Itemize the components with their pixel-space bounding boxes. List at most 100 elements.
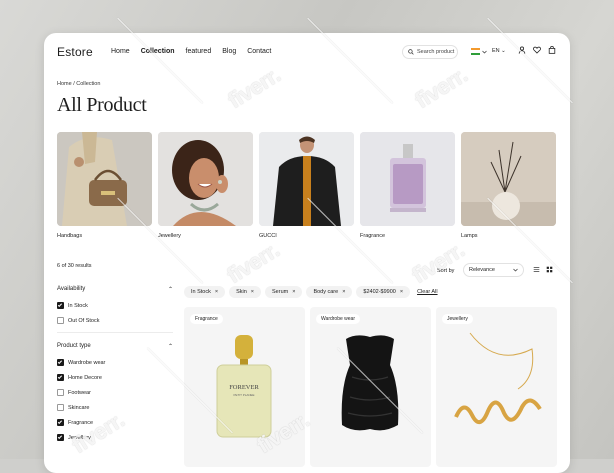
heart-icon[interactable] xyxy=(533,46,541,54)
checkbox[interactable] xyxy=(57,389,64,396)
filter-sidebar: Availability ⌃ In Stock Out Of Stock Pro… xyxy=(57,286,173,449)
product-grid: Fragrance FOREVER PETIT PLANEE Wardrobe … xyxy=(184,307,557,467)
category-jewellery[interactable]: Jewellery xyxy=(158,132,253,239)
filter-product-type-header[interactable]: Product type ⌃ xyxy=(57,343,173,350)
category-handbags[interactable]: Handbags xyxy=(57,132,152,239)
gucci-image xyxy=(259,132,354,226)
page-title: All Product xyxy=(57,94,147,116)
checkbox[interactable] xyxy=(57,404,64,411)
clear-all-link[interactable]: Clear All xyxy=(417,289,437,295)
divider xyxy=(57,332,173,333)
perfume-bottle-image: FOREVER PETIT PLANEE xyxy=(216,335,272,438)
filter-chip[interactable]: Serum × xyxy=(265,286,303,298)
lamps-image xyxy=(461,132,556,226)
list-view-icon[interactable] xyxy=(533,266,540,273)
checkbox-checked[interactable] xyxy=(57,434,64,441)
filter-chip[interactable]: Body care × xyxy=(306,286,353,298)
chip-label: $2402-$9900 xyxy=(363,289,396,295)
filter-chip[interactable]: $2402-$9900 × xyxy=(356,286,411,298)
category-lamps[interactable]: Lamps xyxy=(461,132,556,239)
category-fragrance[interactable]: Fragrance xyxy=(360,132,455,239)
india-flag-icon[interactable] xyxy=(471,48,480,55)
chip-label: In Stock xyxy=(191,289,211,295)
filter-option[interactable]: Out Of Stock xyxy=(57,317,173,324)
checkbox-checked[interactable] xyxy=(57,374,64,381)
category-row: Handbags Jewellery GUCCI Fragrance Lamps xyxy=(57,132,556,239)
nav-featured[interactable]: featured xyxy=(186,48,212,55)
language-label: EN xyxy=(492,48,500,54)
filter-option[interactable]: Fragrance xyxy=(57,419,173,426)
chevron-down-icon xyxy=(513,268,518,272)
breadcrumb[interactable]: Home / Collection xyxy=(57,81,100,87)
checkbox-checked[interactable] xyxy=(57,419,64,426)
gold-bracelet-image xyxy=(454,332,542,424)
filter-option-label: In Stock xyxy=(68,302,88,309)
filter-option[interactable]: Skincare xyxy=(57,404,173,411)
category-label: GUCCI xyxy=(259,233,277,239)
results-count: 6 of 30 results xyxy=(57,263,92,269)
filter-chip[interactable]: In Stock × xyxy=(184,286,226,298)
active-filter-chips: In Stock × Skin × Serum × Body care × $2402-… xyxy=(184,286,438,298)
jewellery-image xyxy=(158,132,253,226)
handbag-image xyxy=(57,132,152,226)
filter-option-label: Wardrobe wear xyxy=(68,359,106,366)
category-label: Fragrance xyxy=(360,233,386,239)
filter-option-label: Jewellery xyxy=(68,434,91,441)
checkbox-checked[interactable] xyxy=(57,302,64,309)
category-label: Jewellery xyxy=(158,233,181,239)
bottle-text: FOREVER xyxy=(229,384,259,391)
filter-availability-header[interactable]: Availability ⌃ xyxy=(57,286,173,293)
sort-select[interactable]: Relevance xyxy=(463,263,524,277)
nav-contact[interactable]: Contact xyxy=(247,48,271,55)
category-label: Lamps xyxy=(461,233,478,239)
filter-title: Availability xyxy=(57,286,86,292)
chip-label: Body care xyxy=(313,289,339,295)
product-card[interactable]: Fragrance FOREVER PETIT PLANEE xyxy=(184,307,305,467)
checkbox-checked[interactable] xyxy=(57,359,64,366)
brand-logo[interactable]: Estore xyxy=(57,45,93,59)
filter-option-label: Out Of Stock xyxy=(68,317,100,324)
filter-option[interactable]: Footwear xyxy=(57,389,173,396)
filter-option-label: Skincare xyxy=(68,404,90,411)
filter-chip[interactable]: Skin × xyxy=(229,286,262,298)
chevron-up-icon: ⌃ xyxy=(167,344,173,350)
filter-title: Product type xyxy=(57,343,91,349)
grid-view-icon[interactable] xyxy=(546,266,553,273)
filter-option-label: Fragrance xyxy=(68,419,94,426)
language-selector[interactable]: EN ⌄ xyxy=(492,48,506,54)
checkbox[interactable] xyxy=(57,317,64,324)
filter-option[interactable]: In Stock xyxy=(57,302,173,309)
category-gucci[interactable]: GUCCI xyxy=(259,132,354,239)
nav-icons xyxy=(518,46,556,54)
close-icon[interactable]: × xyxy=(215,289,218,295)
user-icon[interactable] xyxy=(518,46,526,54)
filter-option-label: Footwear xyxy=(68,389,91,396)
browser-card: Estore Home Collection featured Blog Con… xyxy=(44,33,570,473)
nav-links: Home Collection featured Blog Contact xyxy=(111,48,271,55)
search-icon xyxy=(408,49,414,55)
chip-label: Serum xyxy=(272,289,289,295)
nav-blog[interactable]: Blog xyxy=(222,48,236,55)
search-placeholder: Search product xyxy=(417,49,455,55)
shopping-bag-icon[interactable] xyxy=(548,46,556,54)
filter-option[interactable]: Wardrobe wear xyxy=(57,359,173,366)
close-icon[interactable]: × xyxy=(292,289,295,295)
fragrance-image xyxy=(360,132,455,226)
top-nav: Estore Home Collection featured Blog Con… xyxy=(44,33,570,71)
close-icon[interactable]: × xyxy=(400,289,403,295)
product-card[interactable]: Wardrobe wear xyxy=(310,307,431,467)
filter-option[interactable]: Home Decore xyxy=(57,374,173,381)
sort-label: Sort by xyxy=(437,268,455,274)
bottle-subtext: PETIT PLANEE xyxy=(233,393,254,397)
filter-option[interactable]: Jewellery xyxy=(57,434,173,441)
sort-value: Relevance xyxy=(469,267,495,273)
close-icon[interactable]: × xyxy=(342,289,345,295)
close-icon[interactable]: × xyxy=(251,289,254,295)
product-card[interactable]: Jewellery xyxy=(436,307,557,467)
chevron-up-icon: ⌃ xyxy=(167,287,173,293)
search-input[interactable]: Search product xyxy=(402,45,458,59)
black-dress-image xyxy=(341,335,399,431)
nav-home[interactable]: Home xyxy=(111,48,130,55)
category-label: Handbags xyxy=(57,233,83,239)
nav-collection[interactable]: Collection xyxy=(141,48,175,55)
